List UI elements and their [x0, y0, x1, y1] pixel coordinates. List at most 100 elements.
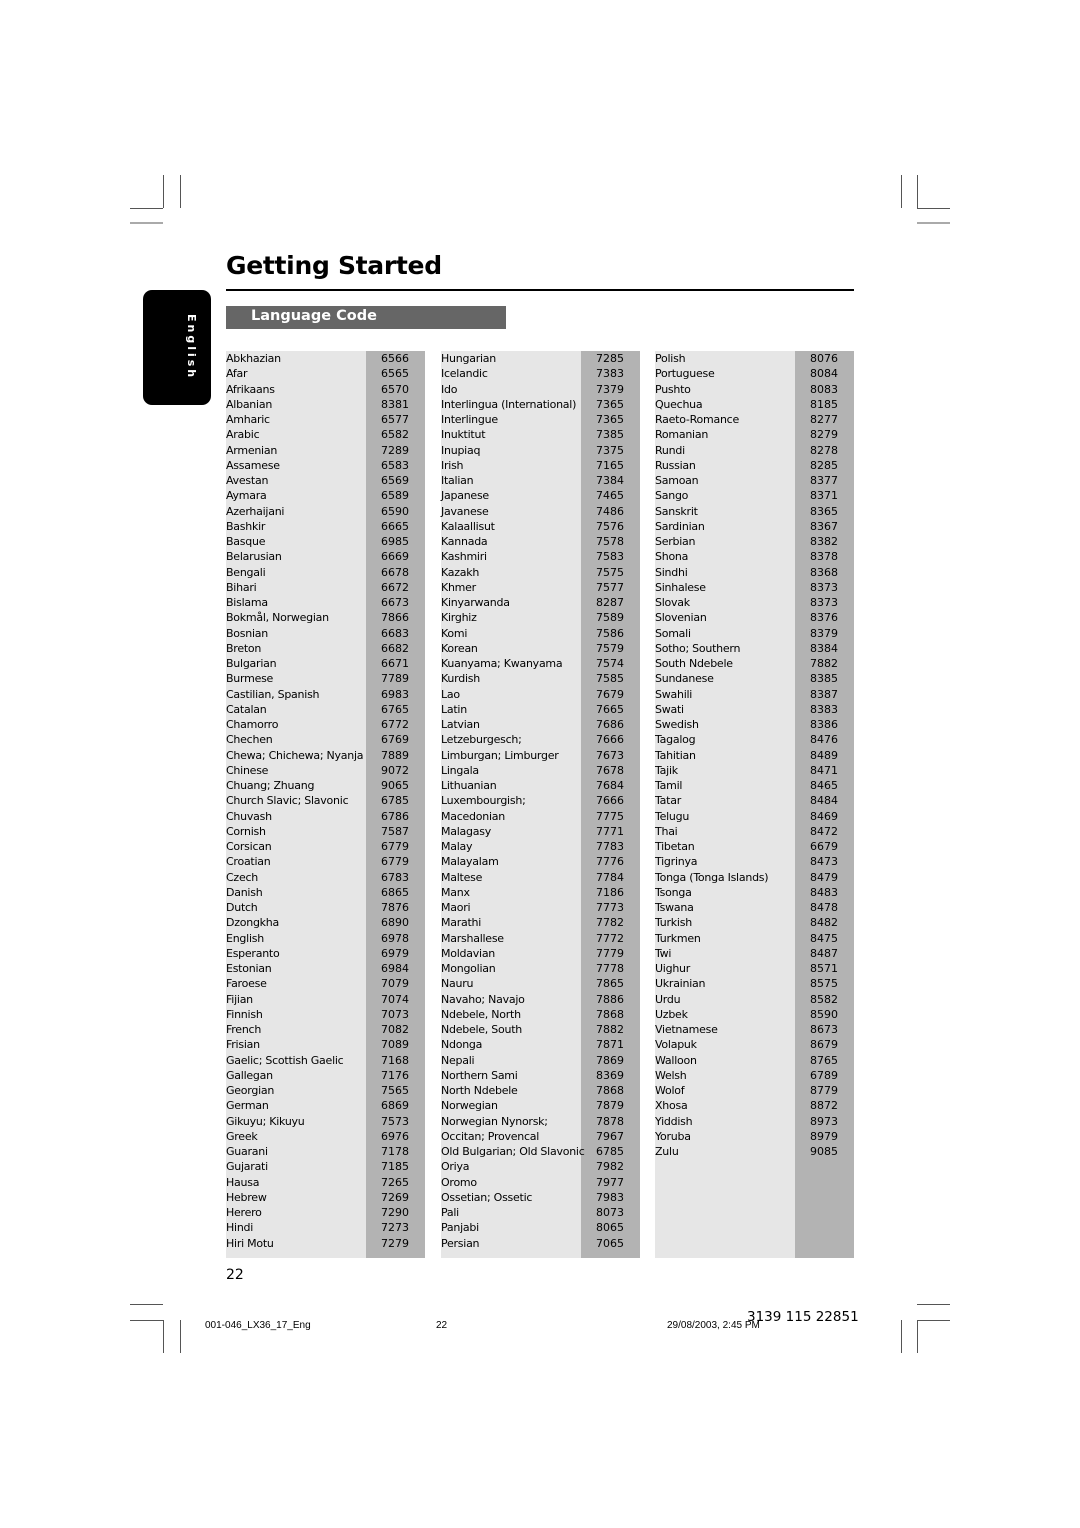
language-row: Interlingua (International) 7365 — [441, 397, 640, 412]
language-name: Chinese — [226, 763, 269, 777]
language-code: 8473 — [810, 855, 838, 869]
language-row: Quechua 8185 — [655, 397, 854, 412]
language-row: Bislama 6673 — [226, 595, 425, 610]
language-row: Inuktitut 7385 — [441, 427, 640, 442]
language-row: Croatian 6779 — [226, 854, 425, 869]
language-code: 7089 — [381, 1038, 409, 1052]
language-code: 7666 — [596, 794, 624, 808]
language-code: 8482 — [810, 916, 838, 930]
language-column-2: Hungarian 7285 Icelandic 7383 Ido 7379 Interli… — [441, 351, 640, 1258]
language-name: Slovenian — [655, 611, 707, 625]
crop-mark — [130, 1304, 163, 1305]
language-name: Volapuk — [655, 1038, 697, 1052]
language-row: Limburgan; Limburger 7673 — [441, 748, 640, 763]
language-code: 7073 — [381, 1007, 409, 1021]
language-code: 9085 — [810, 1145, 838, 1158]
language-row: Pali 8073 — [441, 1205, 640, 1220]
language-row: Assamese 6583 — [226, 458, 425, 473]
language-row: Kazakh 7575 — [441, 565, 640, 580]
language-name: Malagasy — [441, 824, 491, 838]
language-code: 7375 — [596, 443, 624, 457]
language-name: Lao — [441, 687, 460, 701]
language-name: Ido — [441, 382, 458, 396]
language-name: Belarusian — [226, 550, 282, 564]
language-row: Icelandic 7383 — [441, 366, 640, 381]
language-code: 6565 — [381, 367, 409, 381]
language-code: 7771 — [596, 824, 624, 838]
language-row: Georgian 7565 — [226, 1083, 425, 1098]
language-row: Manx 7186 — [441, 885, 640, 900]
language-row: Church Slavic; Slavonic 6785 — [226, 793, 425, 808]
language-row: Basque 6985 — [226, 534, 425, 549]
language-row: Turkish 8482 — [655, 915, 854, 930]
language-name: Sanskrit — [655, 504, 698, 518]
language-row: Vietnamese 8673 — [655, 1022, 854, 1037]
language-row: Nauru 7865 — [441, 976, 640, 991]
language-name: Twi — [655, 946, 672, 960]
language-name: Sotho; Southern — [655, 641, 741, 655]
language-code: 6769 — [381, 733, 409, 747]
language-name: Gikuyu; Kikuyu — [226, 1114, 305, 1128]
language-row: Occitan; Provencal 7967 — [441, 1129, 640, 1144]
language-row: Old Bulgarian; Old Slavonic 6785 — [441, 1144, 640, 1159]
language-row: Catalan 6765 — [226, 702, 425, 717]
language-name: Yoruba — [655, 1129, 691, 1143]
language-row: Somali 8379 — [655, 626, 854, 641]
language-code: 7585 — [596, 672, 624, 686]
language-name: Hiri Motu — [226, 1236, 274, 1250]
language-code: 7882 — [596, 1023, 624, 1036]
language-row: Malay 7783 — [441, 839, 640, 854]
crop-mark — [180, 175, 181, 208]
language-code: 7165 — [596, 458, 624, 472]
language-code: 7269 — [381, 1190, 409, 1204]
language-code: 6570 — [381, 382, 409, 396]
language-row: Marshallese 7772 — [441, 931, 640, 946]
language-name: Cornish — [226, 824, 266, 838]
language-name: Tatar — [655, 794, 681, 808]
language-name: Sango — [655, 489, 689, 503]
language-code: 7665 — [596, 702, 624, 716]
language-name: Latin — [441, 702, 467, 716]
language-name: Icelandic — [441, 367, 488, 381]
language-row: Javanese 7486 — [441, 504, 640, 519]
language-code: 6785 — [381, 794, 409, 808]
language-code: 9072 — [381, 763, 409, 777]
language-name: Northern Sami — [441, 1068, 518, 1082]
language-row: Komi 7586 — [441, 626, 640, 641]
language-name: Kannada — [441, 535, 488, 548]
language-name: Malay — [441, 840, 473, 853]
language-name: Urdu — [655, 992, 681, 1006]
language-code: 8084 — [810, 367, 838, 381]
language-code: 7279 — [381, 1236, 409, 1250]
language-code: 8765 — [810, 1053, 838, 1067]
language-code: 6665 — [381, 519, 409, 533]
language-code: 7273 — [381, 1221, 409, 1235]
language-row: Slovenian 8376 — [655, 610, 854, 625]
language-row: Italian 7384 — [441, 473, 640, 488]
language-code: 7176 — [381, 1068, 409, 1082]
language-code: 8476 — [810, 733, 838, 747]
language-name: Dutch — [226, 901, 258, 914]
language-row: Bengali 6678 — [226, 565, 425, 580]
language-name: Bislama — [226, 596, 268, 609]
language-code: 7186 — [596, 885, 624, 899]
language-code: 8387 — [810, 687, 838, 701]
language-code: 6865 — [381, 885, 409, 899]
language-code: 6673 — [381, 596, 409, 609]
language-name: Finnish — [226, 1007, 263, 1021]
language-row: Arabic 6582 — [226, 427, 425, 442]
language-row: Turkmen 8475 — [655, 931, 854, 946]
footer-file-page: 22 — [436, 1320, 448, 1331]
language-name: Old Bulgarian; Old Slavonic — [441, 1145, 585, 1158]
language-code: 8582 — [810, 992, 838, 1006]
language-row: Chechen 6769 — [226, 732, 425, 747]
language-row: Norwegian 7879 — [441, 1098, 640, 1113]
language-code: 8373 — [810, 580, 838, 594]
language-row: Ndonga 7871 — [441, 1037, 640, 1052]
language-code: 7882 — [810, 657, 838, 670]
language-code: 7679 — [596, 687, 624, 701]
language-code: 8073 — [596, 1206, 624, 1219]
language-column-1: Abkhazian 6566 Afar 6565 Afrikaans 6570 Albani… — [226, 351, 425, 1258]
language-name: Breton — [226, 641, 262, 655]
language-row: Twi 8487 — [655, 946, 854, 961]
